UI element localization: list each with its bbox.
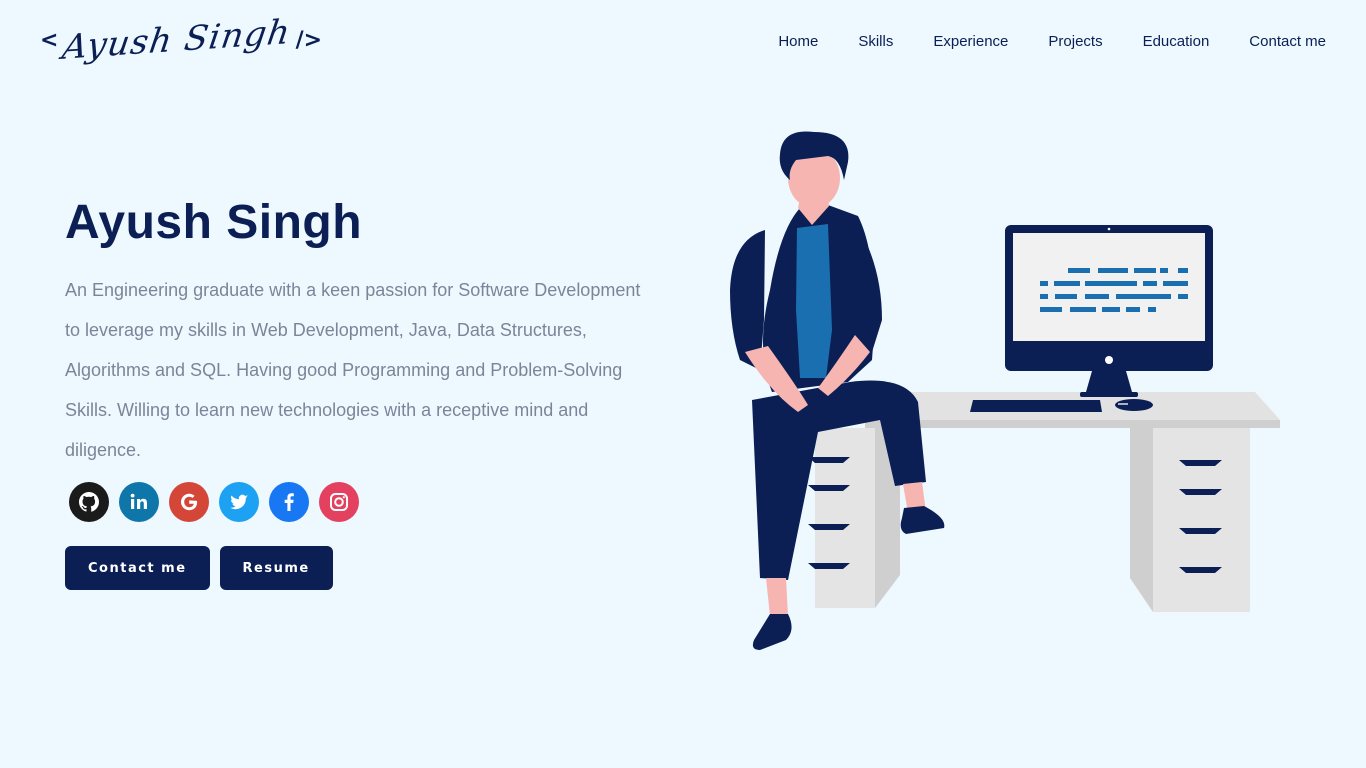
right-drawer-unit — [1130, 428, 1153, 612]
facebook-icon[interactable] — [269, 482, 309, 522]
mouse — [1115, 399, 1153, 411]
logo-close-bracket: /> — [295, 27, 323, 53]
google-icon[interactable] — [169, 482, 209, 522]
hero-bio: An Engineering graduate with a keen pass… — [65, 280, 641, 460]
left-drawer-unit — [815, 428, 875, 608]
nav-experience[interactable]: Experience — [933, 30, 1008, 54]
twitter-icon[interactable] — [219, 482, 259, 522]
logo-signature: Ayush Singh — [60, 12, 294, 68]
contact-me-button[interactable]: Contact me — [65, 546, 210, 590]
instagram-icon[interactable] — [319, 482, 359, 522]
github-icon[interactable] — [69, 482, 109, 522]
desk-edge — [865, 420, 1280, 428]
developer-desk-illustration — [730, 131, 1280, 650]
nav-education[interactable]: Education — [1143, 30, 1210, 54]
nav-skills[interactable]: Skills — [858, 30, 893, 54]
main-nav: Home Skills Experience Projects Educatio… — [738, 30, 1326, 54]
logo-open-bracket: < — [40, 27, 59, 53]
nav-home[interactable]: Home — [778, 30, 818, 54]
social-links — [69, 482, 655, 522]
linkedin-icon[interactable] — [119, 482, 159, 522]
hero-section: Ayush Singh An Engineering graduate with… — [65, 195, 655, 590]
hero-name: Ayush Singh — [65, 196, 363, 249]
resume-button[interactable]: Resume — [219, 546, 333, 590]
nav-contact[interactable]: Contact me — [1249, 30, 1326, 54]
hero-actions: Contact me Resume — [65, 546, 655, 590]
person-shirt — [796, 224, 832, 378]
nav-projects[interactable]: Projects — [1048, 30, 1102, 54]
keyboard — [970, 400, 1102, 412]
site-logo[interactable]: < Ayush Singh /> — [40, 12, 322, 68]
